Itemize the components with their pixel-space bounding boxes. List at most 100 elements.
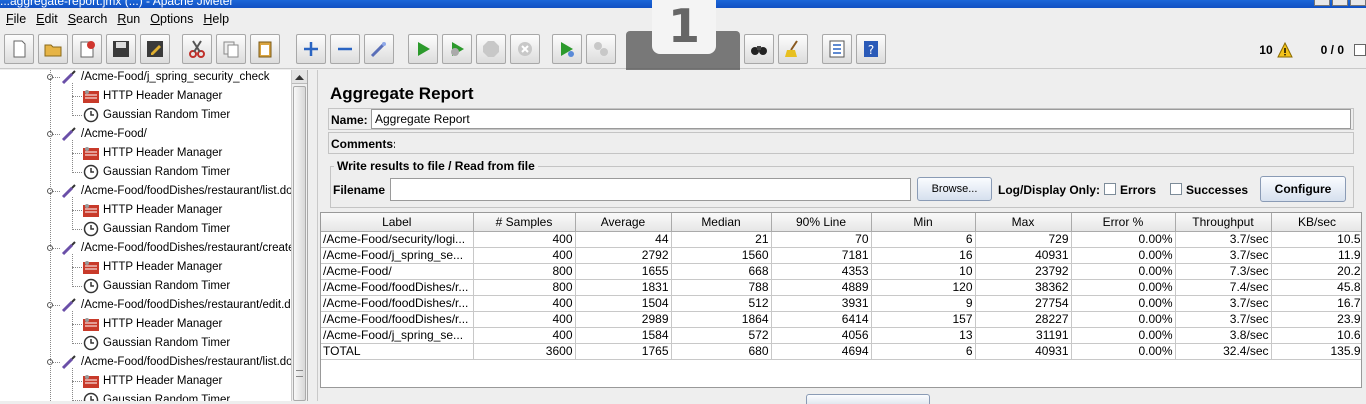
- table-row[interactable]: /Acme-Food/foodDishes/r... 800 1831 788 4889…: [321, 279, 1361, 296]
- column-header[interactable]: Min: [871, 213, 976, 232]
- table-cell: 20.2: [1271, 263, 1361, 280]
- table-header-row: Label # Samples Average Median 90% Line Min Ma…: [321, 213, 1361, 232]
- stop-icon: [483, 41, 499, 57]
- tree-item-sampler[interactable]: /Acme-Food/j_spring_security_check: [60, 70, 270, 86]
- save-as-button[interactable]: [140, 34, 170, 64]
- save-table-data-button[interactable]: [806, 394, 930, 404]
- tree-item-timer[interactable]: Gaussian Random Timer: [82, 105, 230, 124]
- paste-button[interactable]: [250, 34, 280, 64]
- column-header[interactable]: Max: [975, 213, 1072, 232]
- name-row: Name: Aggregate Report: [328, 108, 1354, 130]
- column-header[interactable]: KB/sec: [1271, 213, 1361, 232]
- table-cell: 400: [473, 231, 576, 248]
- tree-item-sampler[interactable]: /Acme-Food/: [60, 124, 147, 143]
- table-row[interactable]: /Acme-Food/security/logi... 400 44 21 70 6 729…: [321, 231, 1361, 248]
- tree-item-header-manager[interactable]: HTTP Header Manager: [82, 200, 222, 219]
- copy-button[interactable]: [216, 34, 246, 64]
- errors-label[interactable]: Errors: [1120, 183, 1156, 197]
- shutdown-button[interactable]: [510, 34, 540, 64]
- minimize-button[interactable]: [1314, 0, 1330, 6]
- table-row[interactable]: /Acme-Food/foodDishes/r... 400 2989 1864 641…: [321, 311, 1361, 328]
- new-button[interactable]: [4, 34, 34, 64]
- tree-item-timer[interactable]: Gaussian Random Timer: [82, 276, 230, 295]
- table-cell: 0.00%: [1071, 343, 1176, 360]
- sampler-node-icon: [60, 354, 78, 370]
- menu-search[interactable]: Search: [68, 12, 108, 26]
- table-row[interactable]: /Acme-Food/j_spring_se... 400 2792 1560 7181…: [321, 247, 1361, 264]
- function-helper-button[interactable]: [822, 34, 852, 64]
- tree-item-header-manager[interactable]: HTTP Header Manager: [82, 257, 222, 276]
- menu-help[interactable]: Help: [203, 12, 229, 26]
- tree-item-sampler[interactable]: /Acme-Food/foodDishes/restaurant/create.…: [60, 238, 304, 257]
- header-node-icon: [82, 145, 100, 161]
- tree-item-sampler[interactable]: /Acme-Food/foodDishes/restaurant/list.do: [60, 352, 293, 371]
- tree-item-timer[interactable]: Gaussian Random Timer: [82, 333, 230, 352]
- table-cell: 788: [671, 279, 772, 296]
- scroll-up-button[interactable]: [292, 70, 307, 84]
- pipette-icon: [61, 240, 76, 255]
- configure-button[interactable]: Configure: [1260, 176, 1346, 202]
- stop-button[interactable]: [476, 34, 506, 64]
- name-input[interactable]: Aggregate Report: [371, 109, 1351, 129]
- tree-item-header-manager[interactable]: HTTP Header Manager: [82, 143, 222, 162]
- reset-search-button[interactable]: [778, 34, 808, 64]
- menu-options[interactable]: Options: [150, 12, 193, 26]
- table-cell: /Acme-Food/j_spring_se...: [321, 247, 474, 264]
- tree-item-header-manager[interactable]: HTTP Header Manager: [82, 371, 222, 390]
- start-button[interactable]: [408, 34, 438, 64]
- toggle-button[interactable]: [364, 34, 394, 64]
- column-header[interactable]: Throughput: [1175, 213, 1272, 232]
- column-header[interactable]: Median: [671, 213, 772, 232]
- tree-scrollbar[interactable]: [291, 70, 307, 401]
- table-cell: 0.00%: [1071, 263, 1176, 280]
- column-header[interactable]: 90% Line: [771, 213, 872, 232]
- successes-checkbox[interactable]: [1170, 183, 1182, 195]
- close-button[interactable]: [1350, 0, 1366, 6]
- column-header[interactable]: Average: [575, 213, 672, 232]
- table-cell: 0.00%: [1071, 295, 1176, 312]
- maximize-button[interactable]: [1332, 0, 1348, 6]
- tree-item-header-manager[interactable]: HTTP Header Manager: [82, 86, 222, 105]
- comments-input[interactable]: [395, 133, 1351, 153]
- warning-count[interactable]: 10: [1259, 43, 1272, 57]
- scroll-thumb[interactable]: [293, 86, 306, 401]
- menu-edit[interactable]: Edit: [36, 12, 58, 26]
- save-button[interactable]: [106, 34, 136, 64]
- cut-button[interactable]: [182, 34, 212, 64]
- tree-item-timer[interactable]: Gaussian Random Timer: [82, 162, 230, 181]
- tree-item-sampler[interactable]: /Acme-Food/foodDishes/restaurant/edit.do: [60, 295, 297, 314]
- warning-icon[interactable]: [1276, 42, 1293, 58]
- column-header[interactable]: Label: [321, 213, 474, 232]
- help-button[interactable]: ?: [856, 34, 886, 64]
- table-row[interactable]: /Acme-Food/foodDishes/r... 400 1504 512 3931…: [321, 295, 1361, 312]
- tree-item-timer[interactable]: Gaussian Random Timer: [82, 219, 230, 238]
- tree-item-header-manager[interactable]: HTTP Header Manager: [82, 314, 222, 333]
- table-row[interactable]: /Acme-Food/j_spring_se... 400 1584 572 4056 1…: [321, 327, 1361, 344]
- errors-checkbox[interactable]: [1104, 183, 1116, 195]
- tree-item-timer[interactable]: Gaussian Random Timer: [82, 390, 230, 401]
- results-table: Label # Samples Average Median 90% Line Min Ma…: [321, 213, 1361, 360]
- menu-file[interactable]: File: [6, 12, 26, 26]
- table-row[interactable]: /Acme-Food/800 1655 668 4353 10 23792 0.00% 7.3…: [321, 263, 1361, 280]
- column-header[interactable]: Error %: [1071, 213, 1176, 232]
- expand-button[interactable]: [296, 34, 326, 64]
- table-cell: 4694: [771, 343, 872, 360]
- successes-label[interactable]: Successes: [1186, 183, 1248, 197]
- table-total-row[interactable]: TOTAL 3600 1765 680 4694 6 40931 0.00% 32.4/sec 1…: [321, 343, 1361, 360]
- table-cell: 1655: [575, 263, 672, 280]
- table-cell: 10.6: [1271, 327, 1361, 344]
- templates-button[interactable]: [38, 34, 68, 64]
- start-no-pauses-button[interactable]: [442, 34, 472, 64]
- browse-button[interactable]: Browse...: [917, 177, 992, 201]
- tree-item-sampler[interactable]: /Acme-Food/foodDishes/restaurant/list.do: [60, 181, 293, 200]
- remote-stop-button[interactable]: [586, 34, 616, 64]
- search-button[interactable]: [744, 34, 774, 64]
- collapse-button[interactable]: [330, 34, 360, 64]
- menu-run[interactable]: Run: [117, 12, 140, 26]
- tree-item-label: /Acme-Food/j_spring_security_check: [81, 70, 270, 83]
- remote-start-button[interactable]: [552, 34, 582, 64]
- open-button[interactable]: [72, 34, 102, 64]
- column-header[interactable]: # Samples: [473, 213, 576, 232]
- split-pane-divider[interactable]: [309, 70, 318, 401]
- filename-input[interactable]: [390, 178, 911, 201]
